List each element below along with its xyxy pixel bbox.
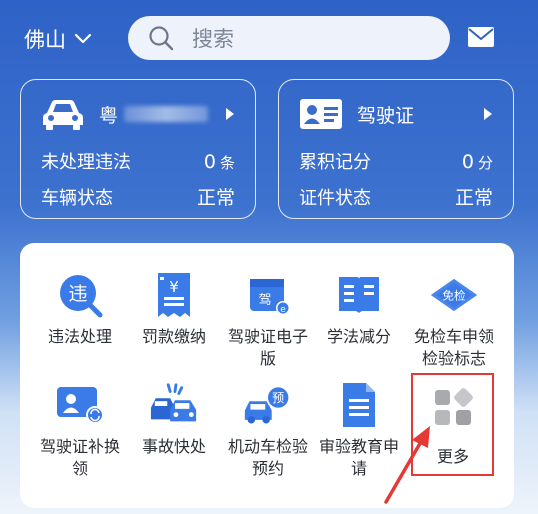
mail-icon[interactable] [467, 26, 495, 48]
service-label: 驾驶证电子版 [227, 327, 308, 368]
row-label: 证件状态 [299, 188, 371, 209]
service-accident-quick-handling[interactable]: 事故快处 [125, 380, 223, 458]
annotation-arrow-icon [384, 426, 430, 504]
exempt-badge-icon: 免检 [429, 270, 479, 320]
violation-icon: 违 [55, 270, 105, 320]
service-exempt-inspection-label[interactable]: 免检 免检车申领检验标志 [405, 270, 503, 370]
id-card-icon [300, 99, 342, 129]
svg-text:¥: ¥ [169, 278, 179, 296]
license-card[interactable]: 驾驶证 累积记分 0 分 证件状态 正常 [278, 79, 514, 219]
document-icon [334, 380, 384, 430]
city-selector[interactable]: 佛山 [24, 24, 92, 54]
search-icon [149, 26, 174, 51]
row-value: 正常 [454, 187, 493, 209]
service-inspection-booking[interactable]: 预 机动车检验预约 [219, 380, 317, 480]
service-fine-payment[interactable]: ¥ 罚款缴纳 [125, 270, 223, 348]
svg-text:免检: 免检 [442, 288, 466, 302]
service-label: 机动车检验预约 [227, 437, 308, 478]
row-value: 0 [461, 151, 474, 173]
license-status-row: 证件状态 正常 [299, 183, 493, 210]
service-label: 罚款缴纳 [141, 327, 206, 346]
vehicle-status-row: 车辆状态 正常 [41, 183, 235, 210]
vehicle-card-header: 粤 [41, 96, 235, 132]
row-value: 0 [203, 151, 216, 173]
service-label: 学法减分 [326, 327, 391, 346]
play-arrow-icon [484, 108, 492, 120]
service-e-license[interactable]: 驾 e 驾驶证电子版 [219, 270, 317, 370]
fine-receipt-icon: ¥ [149, 270, 199, 320]
e-license-icon: 驾 e [243, 270, 293, 320]
top-bar: 佛山 搜索 [0, 0, 538, 80]
row-label: 未处理违法 [41, 152, 131, 173]
row-unit: 条 [219, 154, 235, 172]
row-label: 车辆状态 [41, 188, 113, 209]
service-study-reduce-points[interactable]: 学法减分 [310, 270, 408, 348]
search-input[interactable]: 搜索 [128, 16, 450, 60]
license-card-title: 驾驶证 [357, 104, 415, 127]
unprocessed-violations-row: 未处理违法 0 条 [41, 148, 235, 174]
accumulated-points-row: 累积记分 0 分 [299, 148, 493, 174]
accident-icon [149, 380, 199, 430]
chevron-down-icon [74, 33, 92, 44]
book-icon [334, 270, 384, 320]
row-unit: 分 [477, 154, 493, 172]
plate-number: 粤 [99, 104, 119, 127]
row-value: 正常 [196, 187, 235, 209]
service-label: 免检车申领检验标志 [413, 327, 494, 368]
city-label: 佛山 [24, 28, 66, 52]
car-icon [43, 100, 83, 130]
inspection-booking-icon: 预 [243, 380, 293, 430]
plate-number-masked [124, 106, 209, 122]
play-arrow-icon [226, 108, 234, 120]
license-card-header: 驾驶证 [299, 96, 493, 132]
vehicle-card[interactable]: 粤 未处理违法 0 条 车辆状态 正常 [20, 79, 256, 219]
service-label: 事故快处 [141, 437, 206, 456]
search-placeholder: 搜索 [192, 27, 234, 51]
service-license-renewal[interactable]: 驾驶证补换领 [31, 380, 129, 480]
service-label: 违法处理 [47, 327, 112, 346]
service-label: 驾驶证补换领 [40, 437, 121, 478]
svg-text:驾: 驾 [258, 293, 271, 308]
svg-text:预: 预 [272, 391, 284, 405]
license-renew-icon [55, 380, 105, 430]
row-label: 累积记分 [299, 152, 371, 173]
svg-text:违: 违 [68, 283, 87, 305]
svg-text:e: e [280, 305, 286, 315]
service-violation-handling[interactable]: 违 违法处理 [31, 270, 129, 348]
